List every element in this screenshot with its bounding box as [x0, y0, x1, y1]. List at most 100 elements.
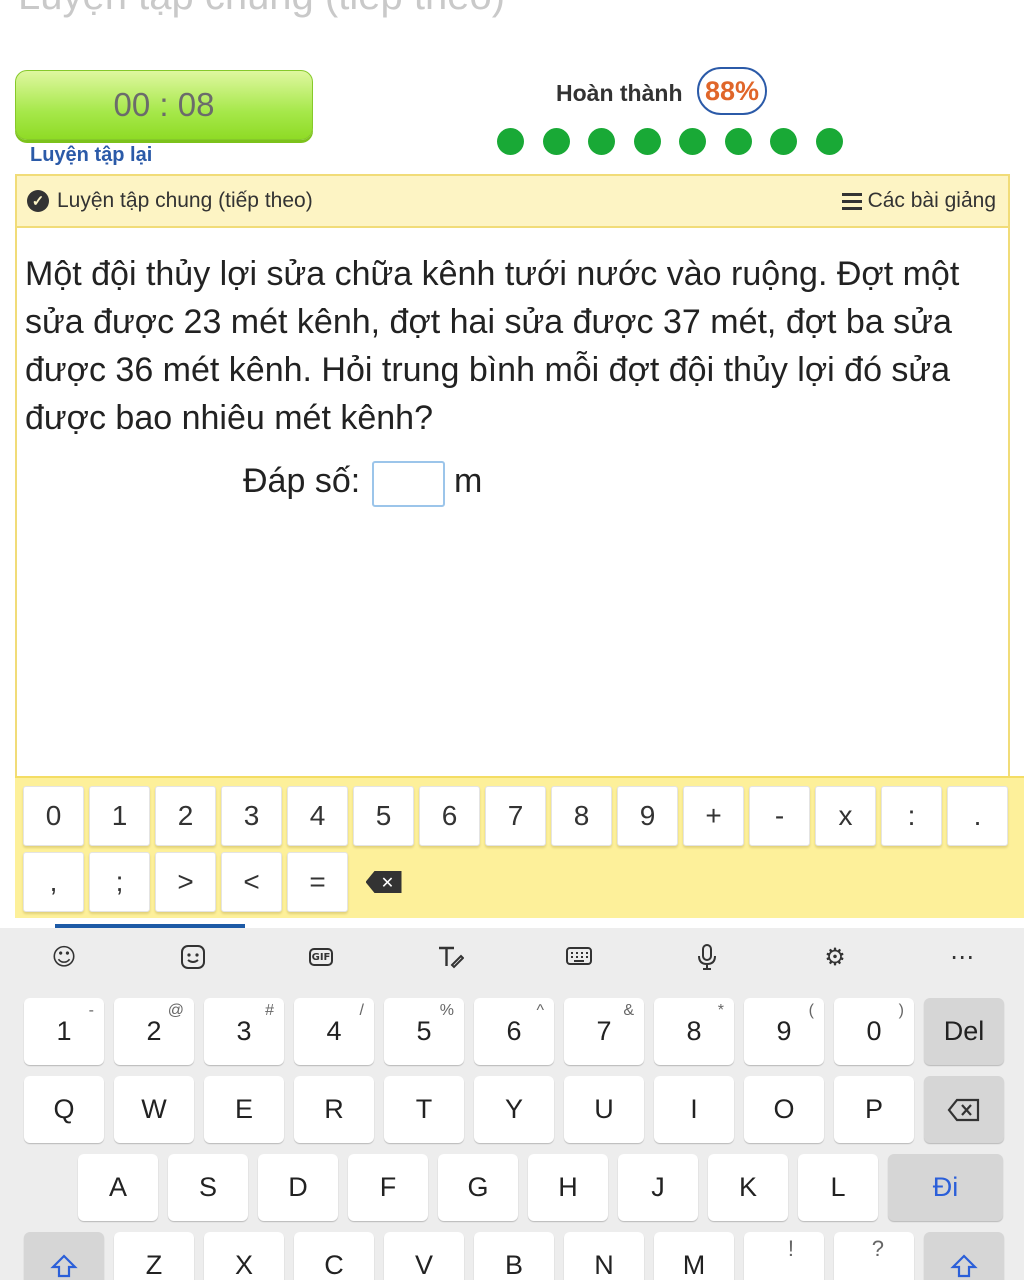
keyboard-key[interactable]: X	[204, 1232, 284, 1280]
keyboard-key[interactable]: W	[114, 1076, 194, 1143]
keyboard-key[interactable]: O	[744, 1076, 824, 1143]
handwriting-icon[interactable]	[433, 940, 467, 974]
punctuation-key[interactable]: ?	[834, 1232, 914, 1280]
keyboard-key[interactable]: T	[384, 1076, 464, 1143]
shift-key[interactable]	[24, 1232, 104, 1280]
keyboard-key[interactable]: Q	[24, 1076, 104, 1143]
key-label: 4	[326, 1016, 342, 1046]
keyboard-key[interactable]: N	[564, 1232, 644, 1280]
keypad-key[interactable]: 9	[617, 786, 678, 846]
keypad-backspace-button[interactable]: ✕	[353, 852, 414, 912]
keyboard-key[interactable]: M	[654, 1232, 734, 1280]
keyboard-key[interactable]: 8 *	[654, 998, 734, 1065]
shift-key-right[interactable]	[924, 1232, 1004, 1280]
shift-icon	[950, 1253, 978, 1277]
key-secondary-label: *	[717, 1002, 724, 1019]
punctuation-key[interactable]: !	[744, 1232, 824, 1280]
keypad-key[interactable]: +	[683, 786, 744, 846]
keyboard-icon[interactable]	[562, 940, 596, 974]
keyboard-key[interactable]: D	[258, 1154, 338, 1221]
keyboard-key[interactable]: Z	[114, 1232, 194, 1280]
lessons-menu-button[interactable]: Các bài giảng	[841, 189, 996, 213]
more-options-icon[interactable]: ⋯	[945, 940, 979, 974]
key-secondary-label: (	[808, 1002, 814, 1019]
key-label: 3	[236, 1016, 252, 1046]
retry-link[interactable]: Luyện tập lại	[30, 144, 152, 167]
keyboard-key[interactable]: 6 ^	[474, 998, 554, 1065]
keyboard-key[interactable]: C	[294, 1232, 374, 1280]
keyboard-key[interactable]: S	[168, 1154, 248, 1221]
keyboard-key[interactable]: 0)	[834, 998, 914, 1065]
keyboard-key[interactable]: 4/	[294, 998, 374, 1065]
enter-key[interactable]: Đi	[888, 1154, 1003, 1221]
progress-dot	[815, 128, 843, 155]
keypad-key[interactable]: 4	[287, 786, 348, 846]
keypad-key[interactable]: 7	[485, 786, 546, 846]
keyboard-key[interactable]: J	[618, 1154, 698, 1221]
key-secondary-label: #	[265, 1002, 274, 1019]
keypad-key[interactable]: ;	[89, 852, 150, 912]
keyboard-key[interactable]: 5%	[384, 998, 464, 1065]
key-label: J	[651, 1172, 665, 1202]
keyboard-key[interactable]: Y	[474, 1076, 554, 1143]
keypad-key[interactable]: 0	[23, 786, 84, 846]
keyboard-key[interactable]: R	[294, 1076, 374, 1143]
keyboard-key[interactable]: 1-	[24, 998, 104, 1065]
keypad-row-1: 0 1 2 3 4 5 6 7 8 9 + - x:.	[23, 786, 1008, 846]
key-label: W	[141, 1094, 167, 1124]
settings-gear-icon[interactable]: ⚙	[818, 940, 852, 974]
key-label: X	[234, 1250, 253, 1280]
keyboard-backspace-key[interactable]	[924, 1076, 1004, 1143]
check-circle-icon: ✓	[27, 190, 49, 212]
keypad-key[interactable]: =	[287, 852, 348, 912]
key-label: O	[773, 1094, 795, 1124]
keyboard-key[interactable]: F	[348, 1154, 428, 1221]
keypad-key[interactable]: >	[155, 852, 216, 912]
keyboard-key[interactable]: A	[78, 1154, 158, 1221]
keypad-key[interactable]: 6	[419, 786, 480, 846]
keypad-key[interactable]: 5	[353, 786, 414, 846]
keypad-key[interactable]: .	[947, 786, 1008, 846]
sticker-icon[interactable]	[176, 940, 210, 974]
backspace-icon: ✕	[365, 871, 402, 893]
keyboard-key[interactable]: 7 &	[564, 998, 644, 1065]
keypad-key[interactable]: 2	[155, 786, 216, 846]
lesson-bar: ✓ Luyện tập chung (tiếp theo) Các bài gi…	[15, 174, 1010, 228]
gif-icon[interactable]: GIF	[304, 940, 338, 974]
delete-key[interactable]: Del	[924, 998, 1004, 1065]
keypad-key[interactable]: 1	[89, 786, 150, 846]
key-label: K	[738, 1172, 757, 1202]
keyboard-key[interactable]: I	[654, 1076, 734, 1143]
keyboard-key[interactable]: P	[834, 1076, 914, 1143]
keypad-key[interactable]: 3	[221, 786, 282, 846]
emoji-icon[interactable]: ☺	[47, 940, 81, 974]
key-label: Y	[504, 1094, 523, 1124]
keyboard-key[interactable]: 3 #	[204, 998, 284, 1065]
lesson-title: Luyện tập chung (tiếp theo)	[57, 189, 313, 212]
keypad-key[interactable]: ,	[23, 852, 84, 912]
key-label: N	[594, 1250, 614, 1280]
keyboard-key[interactable]: V	[384, 1232, 464, 1280]
key-label: L	[830, 1172, 846, 1202]
progress-badge: 88%	[697, 67, 767, 115]
microphone-icon[interactable]	[690, 940, 724, 974]
keyboard-key[interactable]: B	[474, 1232, 554, 1280]
keyboard-key[interactable]: L	[798, 1154, 878, 1221]
keyboard-key[interactable]: E	[204, 1076, 284, 1143]
keyboard-key[interactable]: U	[564, 1076, 644, 1143]
keyboard-key[interactable]: 2 @	[114, 998, 194, 1065]
keypad-key[interactable]: :	[881, 786, 942, 846]
keyboard-key[interactable]: K	[708, 1154, 788, 1221]
keyboard-key[interactable]: 9(	[744, 998, 824, 1065]
answer-input[interactable]	[372, 461, 445, 507]
key-label: Z	[145, 1250, 163, 1280]
keypad-key[interactable]: 8	[551, 786, 612, 846]
keyboard-key[interactable]: H	[528, 1154, 608, 1221]
keyboard-key[interactable]: G	[438, 1154, 518, 1221]
key-label: 8	[686, 1016, 702, 1046]
keypad-key[interactable]: <	[221, 852, 282, 912]
key-label: 0	[866, 1016, 882, 1046]
keypad-key[interactable]: x	[815, 786, 876, 846]
keypad-key[interactable]: -	[749, 786, 810, 846]
key-label: C	[324, 1250, 344, 1280]
